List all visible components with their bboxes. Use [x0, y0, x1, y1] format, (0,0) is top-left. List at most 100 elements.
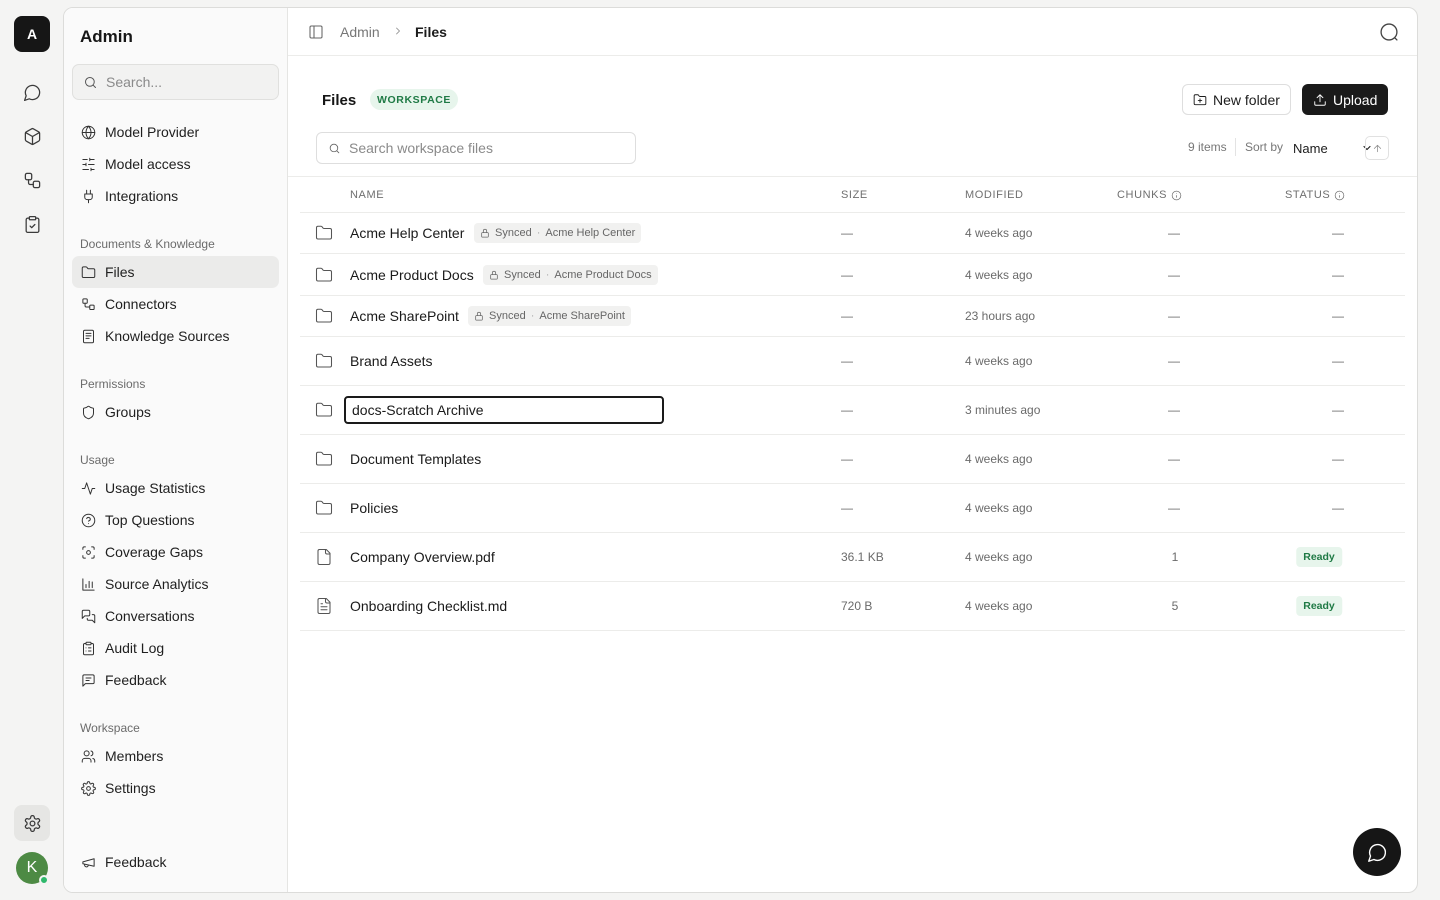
sidebar-item-model-access[interactable]: Model access	[72, 148, 279, 180]
table-row[interactable]: Policies — 4 weeks ago — —	[300, 484, 1405, 533]
row-size: —	[841, 309, 853, 323]
row-name[interactable]: Acme Product Docs	[350, 267, 474, 283]
lock-icon	[474, 311, 484, 321]
row-status: —	[1332, 309, 1344, 323]
row-size: 36.1 KB	[841, 550, 884, 564]
row-status: —	[1332, 403, 1344, 417]
column-header-chunks[interactable]: CHUNKS	[1117, 189, 1182, 201]
table-row[interactable]: Acme SharePoint Synced · Acme SharePoint…	[300, 296, 1405, 337]
folder-icon	[315, 307, 333, 325]
row-chunks: 1	[1171, 550, 1179, 564]
sidebar-item-label: Files	[105, 264, 135, 280]
sidebar-toggle-icon[interactable]	[308, 24, 324, 40]
avatar[interactable]: K	[16, 852, 49, 885]
chat-launcher-button[interactable]	[1353, 828, 1401, 876]
table-row[interactable]: Acme Product Docs Synced · Acme Product …	[300, 254, 1405, 296]
row-name[interactable]: Company Overview.pdf	[350, 549, 495, 565]
row-size: —	[841, 501, 853, 515]
table-row[interactable]: Acme Help Center Synced · Acme Help Cent…	[300, 213, 1405, 254]
new-folder-button[interactable]: New folder	[1182, 84, 1291, 115]
row-name[interactable]: Acme SharePoint	[350, 308, 459, 324]
sidebar-item-files[interactable]: Files	[72, 256, 279, 288]
sidebar-item-members[interactable]: Members	[72, 740, 279, 772]
sidebar-item-top-questions[interactable]: Top Questions	[72, 504, 279, 536]
sidebar-item-usage-statistics[interactable]: Usage Statistics	[72, 472, 279, 504]
sidebar-item-label: Source Analytics	[105, 576, 209, 592]
row-chunks: —	[1168, 309, 1180, 323]
sidebar-item-settings[interactable]: Settings	[72, 772, 279, 804]
table-row[interactable]: docs-Scratch Archive — 3 minutes ago — —	[300, 386, 1405, 435]
info-icon[interactable]	[1334, 190, 1345, 201]
row-name[interactable]: Policies	[350, 500, 398, 516]
row-status: —	[1332, 226, 1344, 240]
sidebar-item-label: Audit Log	[105, 640, 165, 656]
row-size: —	[841, 452, 853, 466]
cube-icon[interactable]	[14, 118, 50, 154]
search-icon	[328, 142, 341, 155]
table-row[interactable]: Company Overview.pdf 36.1 KB 4 weeks ago…	[300, 533, 1405, 582]
row-chunks: —	[1168, 452, 1180, 466]
rename-input[interactable]: docs-Scratch Archive	[344, 396, 664, 424]
sidebar-item-label: Groups	[105, 404, 151, 420]
messages-icon	[81, 609, 96, 624]
workspace-logo[interactable]: A	[14, 16, 50, 52]
row-name[interactable]: Acme Help Center	[350, 225, 464, 241]
row-name[interactable]: Brand Assets	[350, 353, 433, 369]
sidebar-item-label: Top Questions	[105, 512, 195, 528]
table-row[interactable]: Brand Assets — 4 weeks ago — —	[300, 337, 1405, 386]
search-icon[interactable]	[1379, 22, 1399, 42]
sliders-icon	[81, 157, 96, 172]
sidebar-item-label: Model Provider	[105, 124, 200, 140]
sidebar-search-input[interactable]: Search...	[72, 64, 279, 100]
sidebar-item-feedback[interactable]: Feedback	[72, 664, 279, 696]
row-status: —	[1332, 354, 1344, 368]
sort-by-select[interactable]: Name	[1293, 136, 1373, 160]
workflow-icon[interactable]	[14, 162, 50, 198]
breadcrumb-admin[interactable]: Admin	[340, 24, 380, 40]
column-header-size[interactable]: SIZE	[841, 189, 868, 201]
clipboard-list-icon	[81, 641, 96, 656]
column-header-name[interactable]: NAME	[350, 189, 384, 201]
sidebar-item-source-analytics[interactable]: Source Analytics	[72, 568, 279, 600]
top-bar: Admin Files	[288, 8, 1417, 56]
arrow-up-icon	[1372, 143, 1383, 154]
sort-direction-button[interactable]	[1365, 136, 1389, 160]
workspace-search-placeholder: Search workspace files	[349, 140, 493, 156]
info-icon[interactable]	[1171, 190, 1182, 201]
main-card: Admin Search... Model Provider Model acc…	[63, 7, 1418, 893]
chat-icon[interactable]	[14, 74, 50, 110]
page-title: Files	[322, 92, 357, 109]
row-name[interactable]: Onboarding Checklist.md	[350, 598, 507, 614]
sidebar-title: Admin	[80, 27, 133, 46]
column-header-status[interactable]: STATUS	[1285, 189, 1345, 201]
sidebar-item-conversations[interactable]: Conversations	[72, 600, 279, 632]
sidebar-item-model-provider[interactable]: Model Provider	[72, 116, 279, 148]
icon-rail: A K	[0, 0, 64, 900]
sidebar-item-knowledge-sources[interactable]: Knowledge Sources	[72, 320, 279, 352]
upload-button[interactable]: Upload	[1302, 84, 1389, 115]
separator-dot: ·	[530, 310, 535, 322]
table-row[interactable]: Document Templates — 4 weeks ago — —	[300, 435, 1405, 484]
sidebar-item-feedback-bottom[interactable]: Feedback	[72, 846, 279, 878]
row-modified: 4 weeks ago	[965, 599, 1033, 613]
chevron-right-icon	[392, 25, 404, 37]
sidebar-item-audit-log[interactable]: Audit Log	[72, 632, 279, 664]
row-size: —	[841, 226, 853, 240]
row-name[interactable]: Document Templates	[350, 451, 481, 467]
clipboard-icon[interactable]	[14, 206, 50, 242]
sidebar-item-groups[interactable]: Groups	[72, 396, 279, 428]
row-modified: 23 hours ago	[965, 309, 1036, 323]
gear-icon[interactable]	[14, 805, 50, 841]
synced-tag: Synced · Acme Product Docs	[483, 264, 658, 285]
message-square-icon	[81, 673, 96, 688]
workspace-search-input[interactable]: Search workspace files	[316, 132, 636, 164]
folder-icon	[315, 450, 333, 468]
table-row[interactable]: Onboarding Checklist.md 720 B 4 weeks ag…	[300, 582, 1405, 631]
bar-chart-icon	[81, 577, 96, 592]
activity-icon	[81, 481, 96, 496]
sidebar-item-connectors[interactable]: Connectors	[72, 288, 279, 320]
sidebar-item-coverage-gaps[interactable]: Coverage Gaps	[72, 536, 279, 568]
chat-icon	[1367, 842, 1388, 863]
column-header-modified[interactable]: MODIFIED	[965, 189, 1024, 201]
sidebar-item-integrations[interactable]: Integrations	[72, 180, 279, 212]
